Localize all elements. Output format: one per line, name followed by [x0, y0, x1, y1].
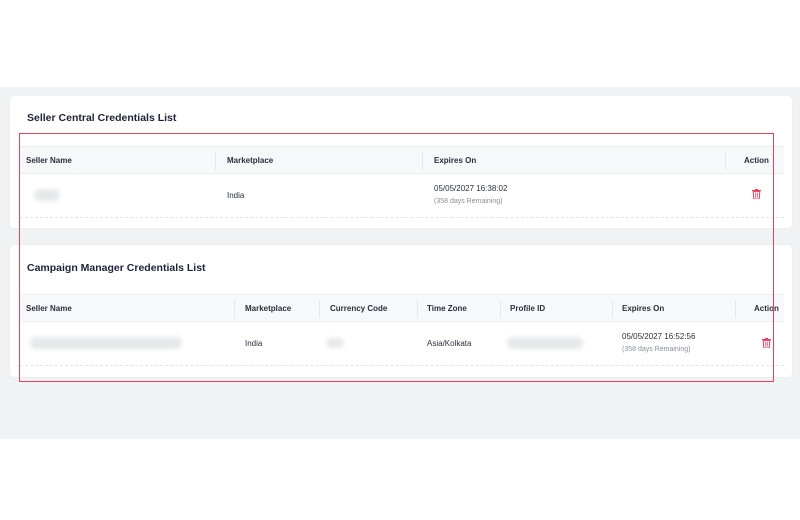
column-currency-code: Currency Code [330, 304, 388, 313]
seller-central-title: Seller Central Credentials List [27, 112, 177, 124]
column-expires-on: Expires On [434, 156, 477, 165]
column-time-zone: Time Zone [427, 304, 467, 313]
column-divider [215, 152, 216, 170]
campaign-manager-title: Campaign Manager Credentials List [27, 262, 206, 274]
row-marketplace: India [227, 191, 245, 200]
column-divider [500, 300, 501, 318]
trash-icon[interactable] [752, 189, 761, 199]
table-row: India 05/05/2027 16:38:02 (358 days Rema… [20, 174, 784, 218]
column-divider [735, 300, 736, 318]
column-seller-name: Seller Name [26, 156, 72, 165]
seller-central-card: Seller Central Credentials List Seller N… [10, 96, 792, 228]
campaign-manager-table-header: Seller Name Marketplace Currency Code Ti… [20, 294, 784, 322]
trash-icon[interactable] [762, 338, 771, 348]
column-action: Action [754, 304, 779, 313]
column-divider [319, 300, 320, 318]
row-expires-on: 05/05/2027 16:38:02 [434, 184, 508, 193]
page-background: Seller Central Credentials List Seller N… [0, 87, 800, 439]
table-row: India Asia/Kolkata 05/05/2027 16:52:56 (… [20, 322, 784, 366]
column-marketplace: Marketplace [227, 156, 274, 165]
column-divider [612, 300, 613, 318]
redacted-profile-id [507, 337, 583, 349]
column-expires-on: Expires On [622, 304, 665, 313]
column-seller-name: Seller Name [26, 304, 72, 313]
row-expires-on: 05/05/2027 16:52:56 [622, 332, 696, 341]
row-days-remaining: (358 days Remaining) [622, 346, 691, 353]
redacted-seller-name [34, 189, 60, 201]
row-days-remaining: (358 days Remaining) [434, 198, 503, 205]
campaign-manager-card: Campaign Manager Credentials List Seller… [10, 245, 792, 377]
redacted-currency-code [326, 338, 344, 348]
row-marketplace: India [245, 339, 263, 348]
column-divider [422, 152, 423, 170]
column-profile-id: Profile ID [510, 304, 546, 313]
column-divider [725, 152, 726, 170]
row-time-zone: Asia/Kolkata [427, 339, 472, 348]
column-action: Action [744, 156, 769, 165]
seller-central-table-header: Seller Name Marketplace Expires On Actio… [20, 146, 784, 174]
column-divider [234, 300, 235, 318]
column-divider [417, 300, 418, 318]
column-marketplace: Marketplace [245, 304, 292, 313]
redacted-seller-name [30, 337, 182, 349]
